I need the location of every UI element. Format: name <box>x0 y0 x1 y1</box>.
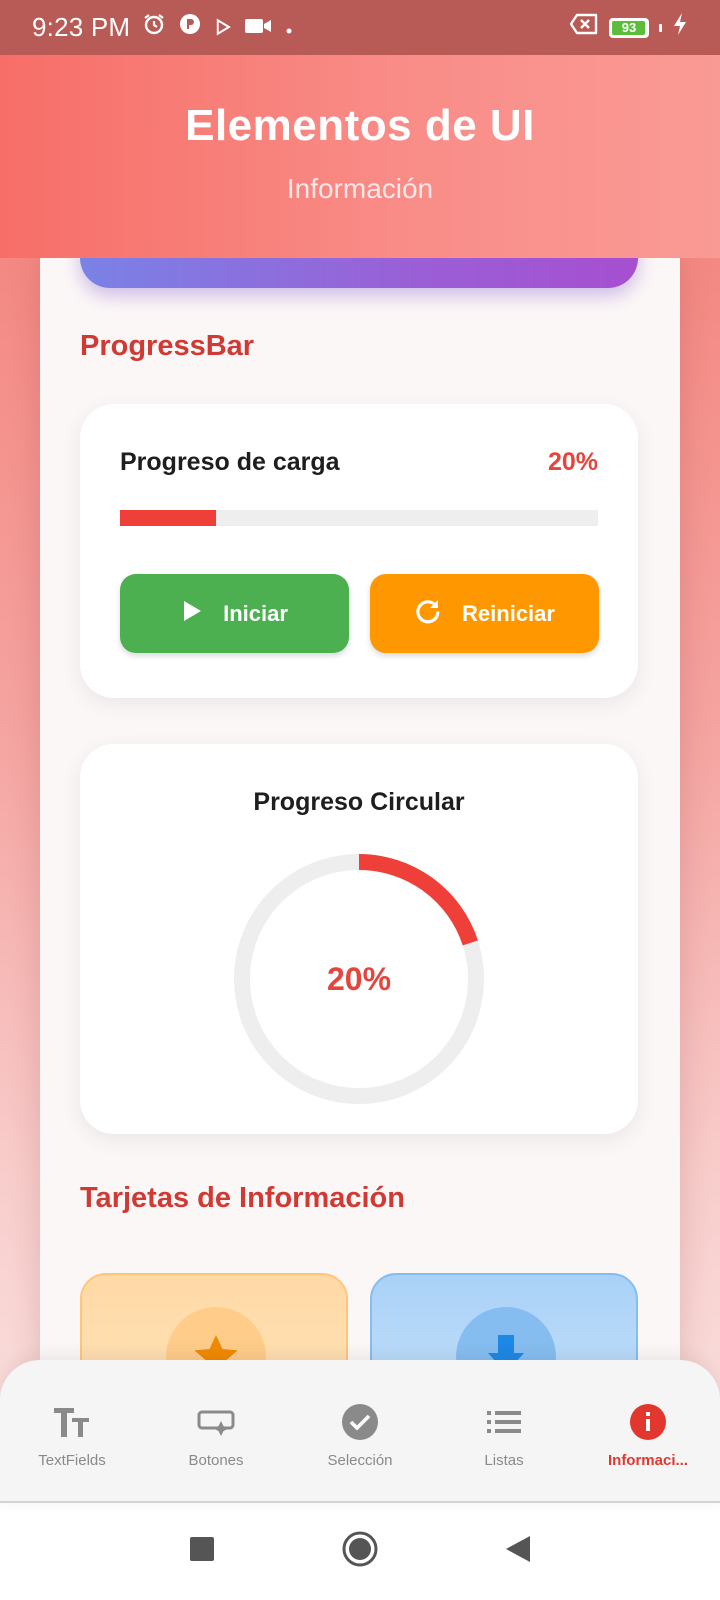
reset-button-label: Reiniciar <box>462 600 555 626</box>
circular-progress: 20% <box>230 850 488 1108</box>
text-fields-icon <box>52 1402 92 1442</box>
info-card-download[interactable] <box>370 1273 638 1368</box>
info-card-star[interactable] <box>80 1273 348 1368</box>
nav-item-seleccion[interactable]: Selección <box>288 1360 432 1501</box>
app-header: Elementos de UI Información <box>0 55 720 258</box>
circular-progress-percent: 20% <box>326 960 392 997</box>
info-cards-section-title: Tarjetas de Información <box>80 1182 405 1214</box>
home-icon[interactable] <box>341 1530 379 1573</box>
info-icon <box>628 1402 668 1442</box>
nav-label-informacion: Informaci... <box>607 1452 689 1469</box>
circular-progress-title: Progreso Circular <box>253 788 465 816</box>
status-icons-right: 93 <box>569 12 688 43</box>
start-button-label: Iniciar <box>223 600 288 626</box>
page-title: Elementos de UI <box>185 101 535 150</box>
nav-item-informacion[interactable]: Informaci... <box>576 1360 720 1501</box>
progressbar-section-title: ProgressBar <box>80 330 255 362</box>
charging-icon <box>672 12 688 43</box>
no-sim-icon <box>569 12 599 43</box>
linear-progress-card: Progreso de carga 20% Iniciar Reiniciar <box>80 404 638 698</box>
linear-progress-fill <box>120 510 216 526</box>
system-navigation-bar <box>0 1503 720 1600</box>
content-panel[interactable]: ProgressBar Progreso de carga 20% Inicia… <box>40 258 680 1368</box>
linear-progress-bar <box>120 510 598 526</box>
status-bar: 9:23 PM 93 <box>0 0 720 55</box>
progress-label: Progreso de carga <box>120 448 340 476</box>
reset-button[interactable]: Reiniciar <box>370 574 599 653</box>
nav-item-textfields[interactable]: TextFields <box>0 1360 144 1501</box>
circular-progress-card: Progreso Circular 20% <box>80 744 638 1134</box>
start-button[interactable]: Iniciar <box>120 574 349 653</box>
gradient-banner <box>80 258 638 288</box>
page-subtitle: Información <box>286 173 434 204</box>
nav-label-seleccion: Selección <box>327 1452 393 1469</box>
status-icons-left <box>142 12 294 43</box>
bottom-navigation: TextFields Botones Selección Listas Info… <box>0 1360 720 1503</box>
refresh-icon <box>414 597 442 631</box>
play-store-icon <box>214 12 232 43</box>
video-icon <box>244 12 272 43</box>
list-icon <box>484 1402 524 1442</box>
nav-label-textfields: TextFields <box>38 1452 106 1469</box>
status-time: 9:23 PM <box>32 12 131 42</box>
back-icon[interactable] <box>504 1534 532 1569</box>
play-icon <box>181 599 203 629</box>
nav-item-botones[interactable]: Botones <box>144 1360 288 1501</box>
nav-label-botones: Botones <box>188 1452 244 1469</box>
app-icon <box>178 12 202 43</box>
nav-label-listas: Listas <box>484 1452 524 1469</box>
battery-icon: 93 <box>609 17 649 38</box>
nav-item-listas[interactable]: Listas <box>432 1360 576 1501</box>
dot-icon <box>284 12 294 43</box>
alarm-icon <box>142 12 166 43</box>
battery-level: 93 <box>621 20 637 35</box>
buttons-icon <box>196 1402 236 1442</box>
progress-percent: 20% <box>547 448 598 476</box>
recent-apps-icon[interactable] <box>188 1535 216 1568</box>
check-circle-icon <box>340 1402 380 1442</box>
